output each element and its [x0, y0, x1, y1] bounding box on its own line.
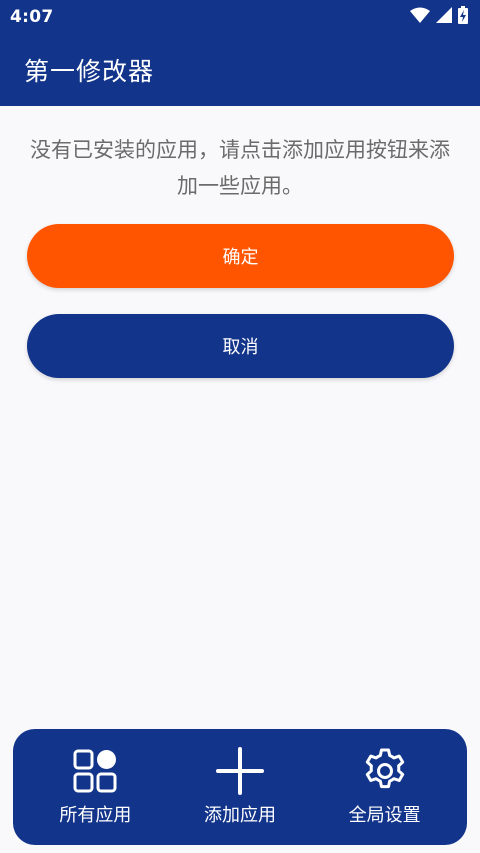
nav-item-global-settings[interactable]: 全局设置: [320, 737, 450, 837]
nav-item-all-apps[interactable]: 所有应用: [30, 737, 160, 837]
plus-icon: [215, 747, 264, 795]
apps-grid-icon: [73, 749, 117, 793]
confirm-button[interactable]: 确定: [27, 224, 454, 288]
nav-item-add-app[interactable]: 添加应用: [175, 737, 305, 837]
app-title: 第一修改器: [24, 57, 155, 86]
signal-icon: [436, 7, 452, 27]
status-time: 4:07: [10, 7, 54, 27]
status-bar: 4:07: [0, 0, 480, 34]
status-icons: [410, 6, 468, 28]
battery-charging-icon: [458, 6, 468, 28]
wifi-icon: [410, 7, 430, 27]
nav-label-global-settings: 全局设置: [348, 805, 421, 826]
gear-icon: [365, 748, 404, 789]
nav-label-all-apps: 所有应用: [59, 805, 132, 826]
nav-label-add-app: 添加应用: [203, 805, 276, 826]
bottom-navigation: 所有应用 添加应用 全局设置: [13, 729, 467, 845]
app-bar: 第一修改器: [0, 34, 480, 106]
cancel-button[interactable]: 取消: [27, 314, 454, 378]
empty-state-message: 没有已安装的应用，请点击添加应用按钮来添加一些应用。: [30, 138, 450, 198]
